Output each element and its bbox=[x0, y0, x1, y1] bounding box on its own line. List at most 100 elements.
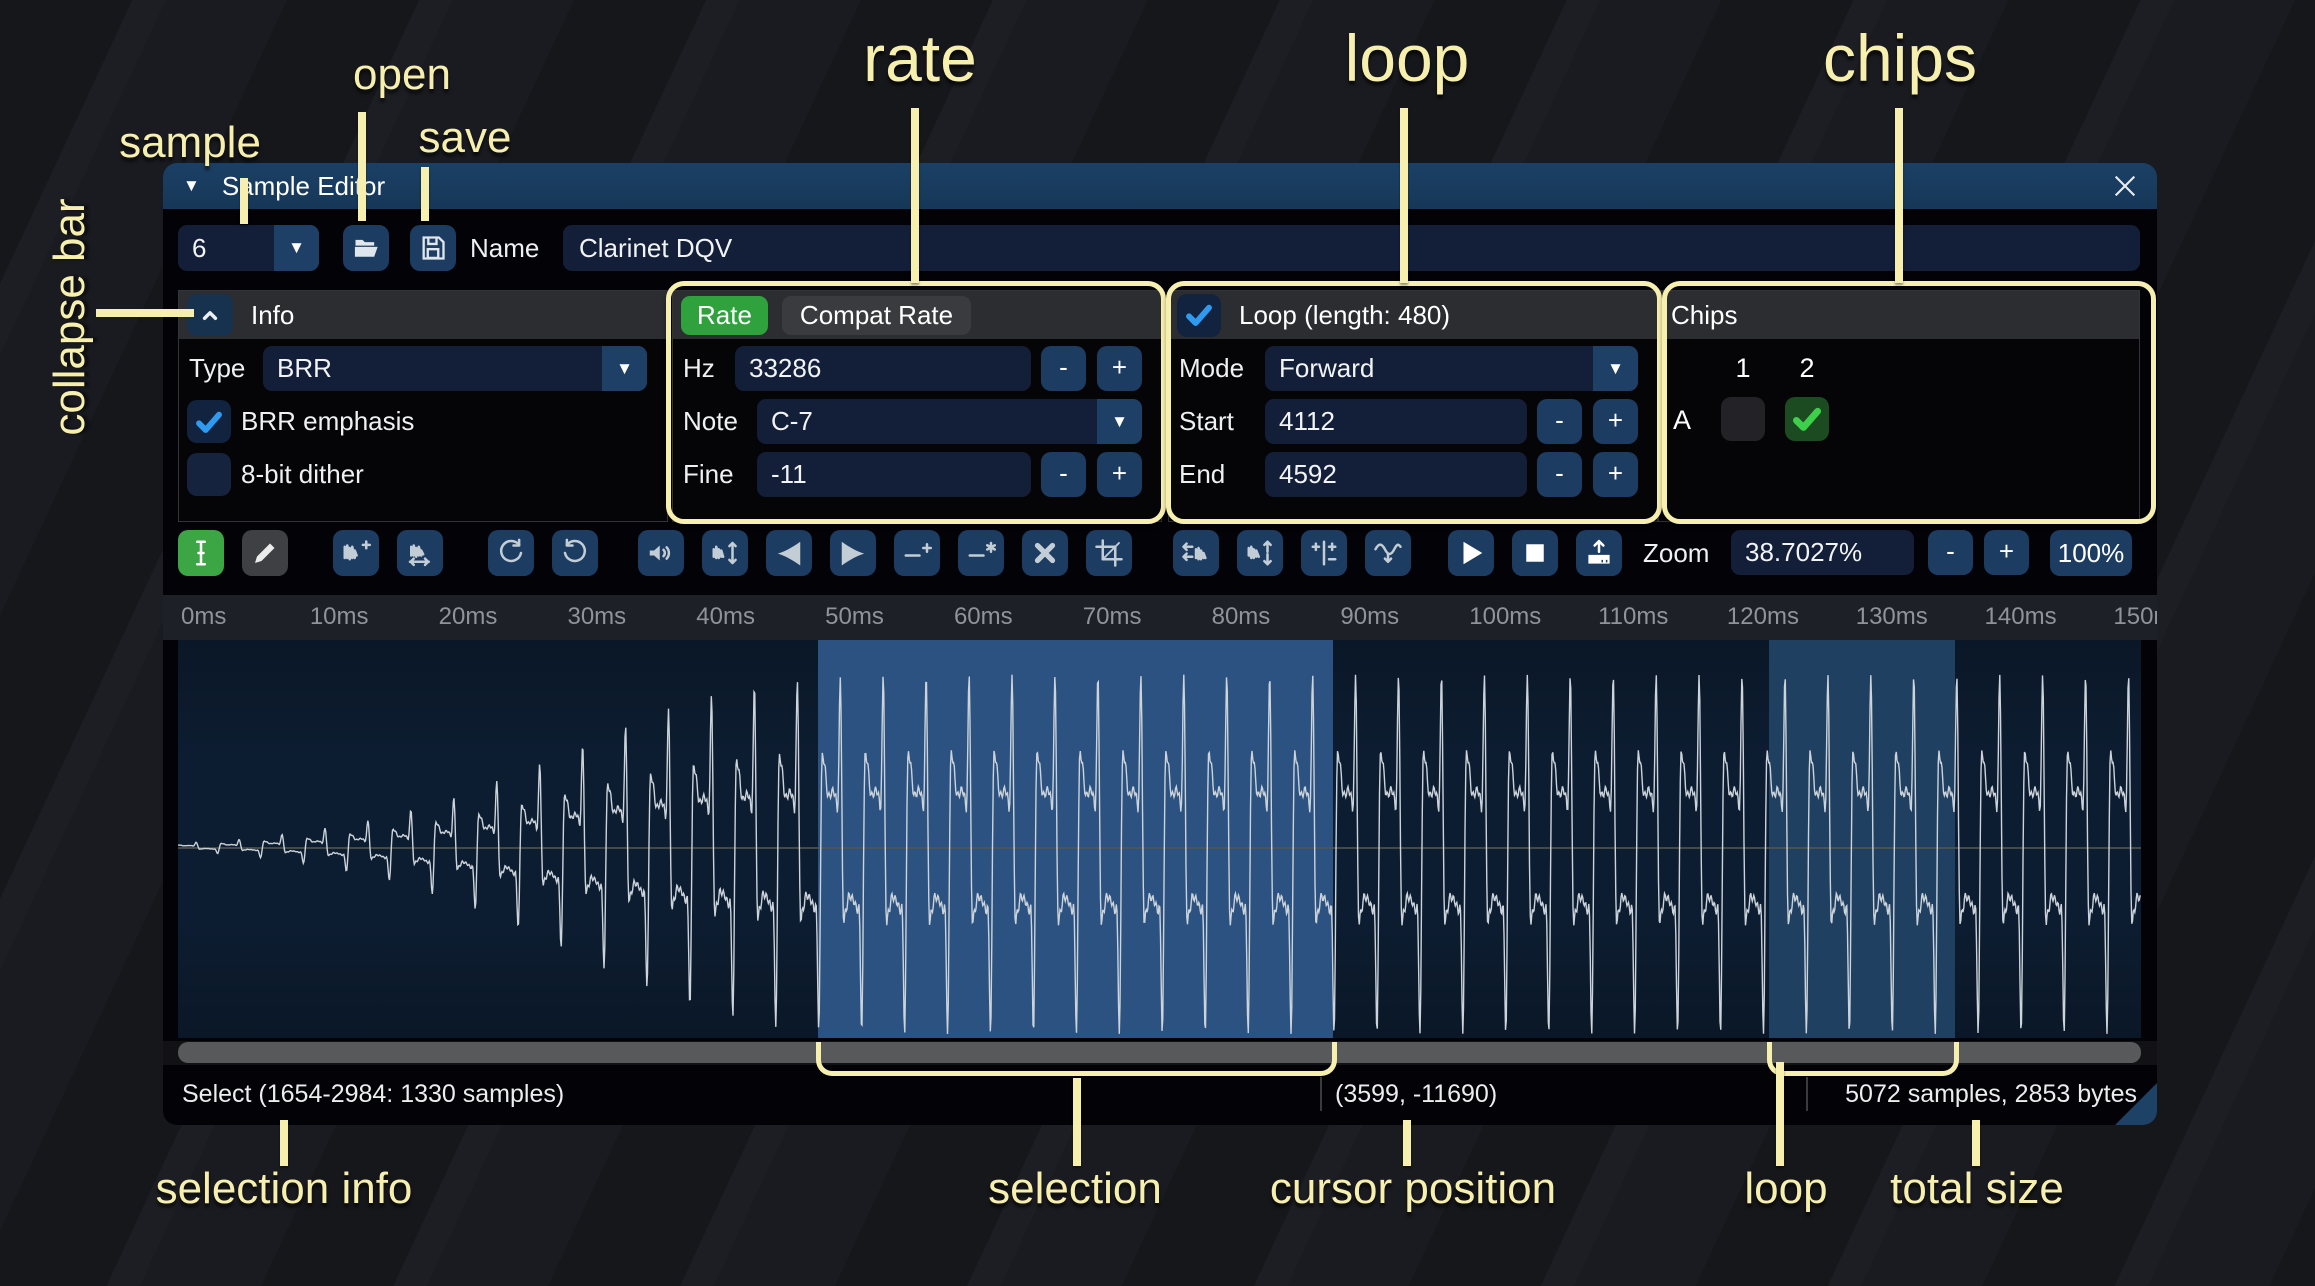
upload-button[interactable] bbox=[1576, 530, 1622, 576]
save-sample-button[interactable] bbox=[410, 225, 456, 271]
annotation-line bbox=[1776, 1062, 1784, 1166]
annotation-rate: rate bbox=[820, 20, 1020, 96]
insert-silence-button[interactable] bbox=[894, 530, 940, 576]
annotation-outline-loop bbox=[1166, 281, 1662, 524]
zoom-in-button[interactable]: + bbox=[1984, 530, 2029, 575]
ruler-tick-label: 10ms bbox=[310, 603, 369, 631]
fade-in-button[interactable] bbox=[766, 530, 812, 576]
annotation-sample: sample bbox=[90, 118, 290, 168]
stretch-button[interactable] bbox=[397, 530, 443, 576]
check-icon bbox=[193, 406, 225, 438]
stop-button[interactable] bbox=[1512, 530, 1558, 576]
ruler-tick-label: 100ms bbox=[1469, 603, 1541, 631]
amplify-icon bbox=[646, 538, 676, 568]
waveform-view[interactable] bbox=[178, 640, 2141, 1038]
annotation-line bbox=[1400, 108, 1408, 283]
amplify-button[interactable] bbox=[638, 530, 684, 576]
reverse-icon bbox=[1181, 538, 1211, 568]
ruler-tick-label: 20ms bbox=[439, 603, 498, 631]
annotation-collapse-bar: collapse bar bbox=[45, 157, 95, 477]
annotation-line bbox=[1073, 1078, 1081, 1166]
annotation-selection: selection bbox=[925, 1164, 1225, 1214]
delete-icon bbox=[1030, 538, 1060, 568]
reverse-button[interactable] bbox=[1173, 530, 1219, 576]
apply-silence-button[interactable] bbox=[958, 530, 1004, 576]
status-selection: Select (1654-2984: 1330 samples) bbox=[182, 1080, 564, 1109]
type-dropdown[interactable]: BRR ▼ bbox=[263, 346, 647, 391]
ruler-tick-label: 0ms bbox=[181, 603, 226, 631]
stretch-icon bbox=[405, 538, 435, 568]
annotation-selection-info: selection info bbox=[134, 1164, 434, 1214]
chevron-down-icon: ▼ bbox=[602, 346, 647, 391]
select-icon bbox=[186, 538, 216, 568]
apply-silence-icon bbox=[966, 538, 996, 568]
redo-button[interactable] bbox=[552, 530, 598, 576]
brr-emphasis-checkbox[interactable] bbox=[187, 400, 231, 443]
time-ruler[interactable]: 0ms10ms20ms30ms40ms50ms60ms70ms80ms90ms1… bbox=[163, 595, 2157, 640]
toolbar: Zoom 38.7027% - + 100% bbox=[163, 530, 2157, 576]
ruler-tick-label: 140ms bbox=[1985, 603, 2057, 631]
resample-button[interactable] bbox=[333, 530, 379, 576]
zoom-label: Zoom bbox=[1643, 530, 1709, 576]
filter-icon bbox=[1373, 538, 1403, 568]
annotation-line bbox=[1895, 108, 1903, 283]
play-button[interactable] bbox=[1448, 530, 1494, 576]
signedness-icon bbox=[1309, 538, 1339, 568]
info-panel: Info Type BRR ▼ BRR emphasis 8-bit dithe… bbox=[178, 290, 668, 522]
chevron-down-icon[interactable]: ▼ bbox=[274, 225, 319, 271]
undo-button[interactable] bbox=[488, 530, 534, 576]
invert-button[interactable] bbox=[1237, 530, 1283, 576]
normalize-button[interactable] bbox=[702, 530, 748, 576]
titlebar[interactable]: ▼ Sample Editor bbox=[163, 163, 2157, 209]
play-icon bbox=[1456, 538, 1486, 568]
delete-button[interactable] bbox=[1022, 530, 1068, 576]
annotation-line bbox=[911, 108, 919, 283]
annotation-line bbox=[1972, 1120, 1980, 1166]
ruler-tick-label: 70ms bbox=[1083, 603, 1142, 631]
brr-emphasis-row[interactable]: BRR emphasis bbox=[179, 399, 667, 444]
window-collapse-icon[interactable]: ▼ bbox=[183, 176, 200, 196]
annotation-line bbox=[421, 167, 429, 221]
annotation-line bbox=[1403, 1120, 1411, 1166]
sample-number-select[interactable]: 6 ▼ bbox=[178, 225, 319, 271]
select-button[interactable] bbox=[178, 530, 224, 576]
annotation-bracket-selection bbox=[816, 1042, 1337, 1076]
insert-silence-icon bbox=[902, 538, 932, 568]
ruler-tick-label: 50ms bbox=[825, 603, 884, 631]
screenshot-stage: ▼ Sample Editor 6 ▼ Name Clarinet DQV bbox=[0, 0, 2315, 1286]
waveform-trace bbox=[178, 640, 2141, 1038]
signedness-button[interactable] bbox=[1301, 530, 1347, 576]
trim-button[interactable] bbox=[1086, 530, 1132, 576]
annotation-loop: loop bbox=[1307, 20, 1507, 96]
annotation-chips: chips bbox=[1790, 20, 2010, 96]
zoom-input[interactable]: 38.7027% bbox=[1731, 530, 1914, 575]
close-icon[interactable] bbox=[2109, 170, 2141, 202]
status-divider bbox=[1806, 1077, 1808, 1111]
ruler-tick-label: 150ms bbox=[2113, 603, 2157, 631]
zoom-out-button[interactable]: - bbox=[1928, 530, 1973, 575]
annotation-bracket-loop bbox=[1767, 1042, 1959, 1076]
draw-button[interactable] bbox=[242, 530, 288, 576]
dither-row[interactable]: 8-bit dither bbox=[179, 452, 667, 497]
upload-icon bbox=[1584, 538, 1614, 568]
filter-button[interactable] bbox=[1365, 530, 1411, 576]
name-input[interactable]: Clarinet DQV bbox=[563, 225, 2140, 271]
ruler-tick-label: 90ms bbox=[1340, 603, 1399, 631]
fade-in-icon bbox=[774, 538, 804, 568]
sample-number-value: 6 bbox=[178, 225, 274, 271]
invert-icon bbox=[1245, 538, 1275, 568]
dither-checkbox[interactable] bbox=[187, 453, 231, 496]
zoom-reset-button[interactable]: 100% bbox=[2050, 530, 2132, 576]
status-total-size: 5072 samples, 2853 bytes bbox=[1845, 1080, 2137, 1109]
folder-open-icon bbox=[352, 234, 380, 262]
annotation-total-size: total size bbox=[1827, 1164, 2127, 1214]
chevron-up-icon bbox=[197, 302, 223, 328]
name-label: Name bbox=[470, 225, 539, 271]
fade-out-button[interactable] bbox=[830, 530, 876, 576]
annotation-line bbox=[280, 1120, 288, 1166]
ruler-tick-label: 130ms bbox=[1856, 603, 1928, 631]
status-cursor-position: (3599, -11690) bbox=[1335, 1080, 1497, 1109]
open-sample-button[interactable] bbox=[343, 225, 389, 271]
info-panel-header: Info bbox=[179, 291, 667, 339]
window-resize-grip[interactable] bbox=[2115, 1083, 2157, 1125]
